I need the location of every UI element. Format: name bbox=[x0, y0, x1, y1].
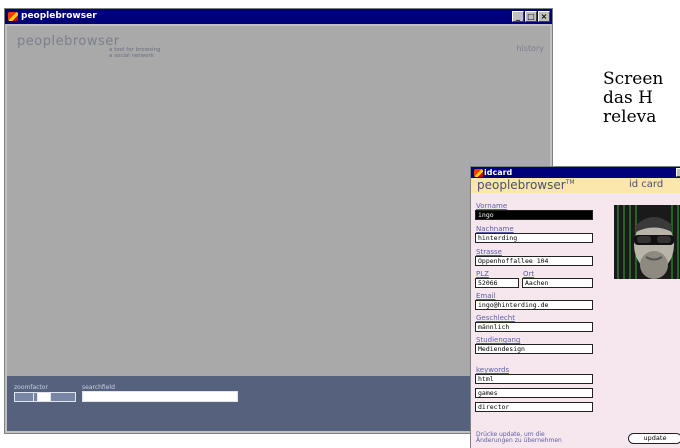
keywords-label: keywords bbox=[476, 366, 510, 374]
nachname-label: Nachname bbox=[476, 225, 514, 233]
nachname-field[interactable]: hinterding bbox=[475, 233, 593, 243]
keyword-field-1[interactable]: html bbox=[475, 374, 593, 384]
ort-label: Ort bbox=[523, 270, 535, 278]
studiengang-field[interactable]: Mediendesign bbox=[475, 344, 593, 354]
main-titlebar[interactable]: peoplebrowser _ □ × bbox=[5, 9, 552, 24]
strasse-field[interactable]: Oppenhoffallee 104 bbox=[475, 256, 593, 266]
idcard-header-title: id card bbox=[629, 179, 664, 190]
profile-photo bbox=[614, 205, 680, 279]
zoom-slider[interactable] bbox=[14, 392, 76, 402]
email-label: Email bbox=[476, 292, 496, 300]
minimize-icon[interactable]: _ bbox=[512, 11, 524, 22]
idcard-brand-text: peoplebrowser bbox=[477, 178, 566, 192]
main-window-title: peoplebrowser bbox=[21, 11, 97, 21]
search-label: searchfield bbox=[82, 384, 115, 391]
strasse-label: Strasse bbox=[476, 248, 502, 256]
tagline: a tool for browsing a social network bbox=[109, 47, 160, 59]
window-controls: _ □ × bbox=[512, 11, 550, 22]
caption-text: Screen das H releva bbox=[603, 70, 663, 127]
zoom-divider bbox=[33, 393, 34, 401]
vorname-label: Vorname bbox=[476, 202, 508, 210]
caption-line-1: Screen bbox=[603, 69, 664, 89]
profile-photo-image bbox=[614, 205, 680, 279]
close-icon[interactable] bbox=[676, 168, 680, 177]
plz-label: PLZ bbox=[476, 270, 489, 278]
update-hint-line-2: Änderungen zu übernehmen bbox=[476, 437, 562, 444]
caption-line-3: releva bbox=[603, 107, 657, 127]
idcard-titlebar[interactable]: idcard bbox=[471, 167, 680, 178]
update-hint: Drücke update, um die Änderungen zu über… bbox=[476, 432, 562, 444]
geschlecht-field[interactable]: männlich bbox=[475, 322, 593, 332]
close-icon[interactable]: × bbox=[538, 11, 550, 22]
search-input[interactable] bbox=[82, 391, 238, 402]
keyword-field-3[interactable]: director bbox=[475, 402, 593, 412]
app-icon bbox=[8, 12, 18, 21]
history-link[interactable]: history bbox=[516, 44, 544, 53]
maximize-icon[interactable]: □ bbox=[525, 11, 537, 22]
geschlecht-label: Geschlecht bbox=[476, 314, 515, 322]
trademark-mark: TM bbox=[565, 179, 575, 186]
browser-canvas[interactable]: peoplebrowser a tool for browsing a soci… bbox=[7, 26, 550, 376]
idcard-window: idcard peoplebrowserTM id card Vorname i… bbox=[470, 166, 680, 448]
ort-field[interactable]: Aachen bbox=[522, 278, 593, 288]
update-button[interactable]: update bbox=[628, 433, 680, 444]
control-bar: zoomfactor searchfield bbox=[7, 376, 550, 431]
tagline-line-2: a social network bbox=[109, 53, 154, 59]
zoom-slider-thumb[interactable] bbox=[37, 392, 51, 402]
idcard-brand: peoplebrowserTM bbox=[477, 178, 575, 192]
plz-field[interactable]: 52066 bbox=[475, 278, 519, 288]
studiengang-label: Studiengang bbox=[476, 336, 521, 344]
idcard-window-title: idcard bbox=[484, 168, 513, 177]
vorname-field[interactable]: ingo bbox=[475, 210, 593, 220]
email-field[interactable]: ingo@hinterding.de bbox=[475, 300, 593, 310]
app-icon bbox=[474, 169, 483, 177]
caption-line-2: das H bbox=[603, 88, 653, 108]
brand-logo: peoplebrowser bbox=[17, 34, 120, 49]
idcard-header: peoplebrowserTM id card bbox=[471, 178, 680, 193]
zoom-label: zoomfactor bbox=[14, 384, 48, 391]
keyword-field-2[interactable]: games bbox=[475, 388, 593, 398]
desktop: peoplebrowser _ □ × peoplebrowser a tool… bbox=[0, 0, 680, 448]
